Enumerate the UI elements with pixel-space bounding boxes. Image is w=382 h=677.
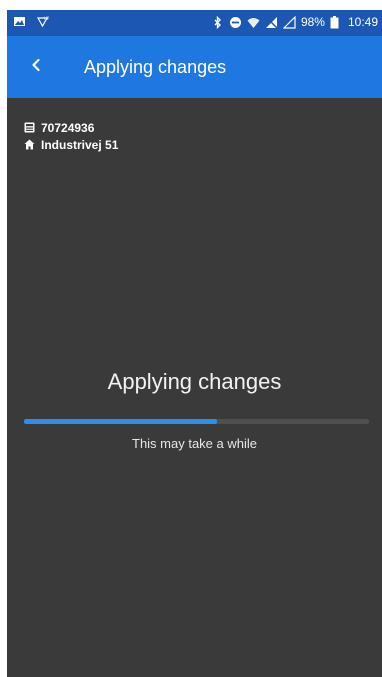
device-id-row: 70724936	[24, 120, 118, 135]
signal-icon	[282, 15, 296, 29]
page-title: Applying changes	[84, 57, 227, 77]
app-bar: Applying changes	[7, 36, 382, 98]
app-screen: HP 98% 10:49 Applying changes 70724936 I…	[7, 10, 382, 677]
calculator-icon	[24, 122, 35, 133]
do-not-disturb-icon	[229, 16, 242, 29]
home-icon	[24, 139, 35, 150]
clock: 10:49	[347, 15, 378, 29]
status-bar: HP 98% 10:49	[7, 10, 382, 36]
wifi-icon	[247, 16, 260, 29]
chevron-left-icon	[31, 58, 41, 77]
device-info: 70724936 Industrivej 51	[24, 120, 118, 154]
back-button[interactable]	[21, 52, 51, 82]
address-row: Industrivej 51	[24, 137, 118, 152]
network-notification-icon: HP	[36, 15, 49, 28]
device-address: Industrivej 51	[41, 137, 119, 152]
progress-bar-fill	[24, 419, 218, 424]
gallery-notification-icon	[13, 15, 26, 28]
progress-bar	[24, 419, 369, 424]
status-left-icons: HP	[13, 15, 49, 28]
signal-off-icon	[265, 15, 278, 29]
device-id: 70724936	[41, 120, 95, 135]
progress-subtext: This may take a while	[132, 436, 257, 451]
status-right-icons: 98% 10:49	[211, 15, 378, 29]
svg-text:HP: HP	[44, 16, 49, 21]
battery-icon	[330, 15, 343, 29]
progress-heading: Applying changes	[107, 369, 282, 394]
battery-percent: 98%	[300, 15, 325, 29]
bluetooth-icon	[211, 15, 224, 29]
